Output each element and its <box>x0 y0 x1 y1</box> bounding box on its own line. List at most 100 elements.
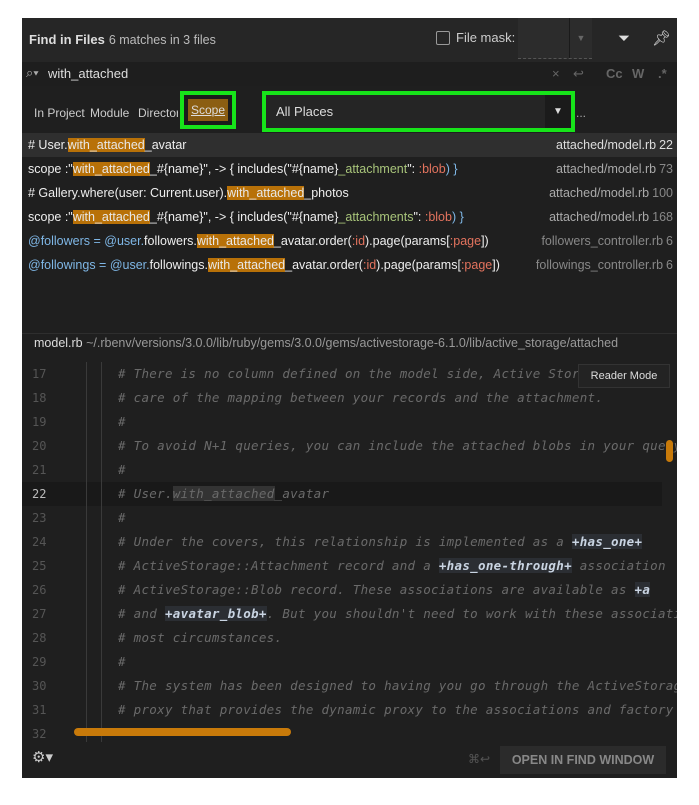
result-code: # User.with_attached_avatar <box>28 133 186 157</box>
match-case-toggle[interactable]: Cc <box>606 66 623 81</box>
tab-directory[interactable]: Directory <box>138 106 178 120</box>
line-number: 22 <box>32 487 47 501</box>
vertical-scrollbar[interactable] <box>666 440 673 462</box>
code-token: ) } <box>451 210 464 224</box>
line-number: 25 <box>32 559 47 573</box>
comment-token: # ActiveStorage::Attachment record and a <box>118 558 439 573</box>
line-number: 6 <box>666 234 673 248</box>
comment-token: # <box>118 462 126 477</box>
tab-in-project[interactable]: In Project <box>34 106 85 120</box>
line-number: 24 <box>32 535 47 549</box>
match-highlight: with_attached <box>67 138 145 152</box>
line-number: 17 <box>32 367 47 381</box>
comment-token: association <box>571 558 666 573</box>
code-line: 18 # care of the mapping between your rec… <box>22 386 662 410</box>
panel-title: Find in Files 6 matches in 3 files <box>29 32 216 47</box>
comment-token: # There is no column defined on the mode… <box>118 366 651 381</box>
file-name: followers_controller.rb <box>541 234 664 248</box>
result-code: @followers = @user.followers.with_attach… <box>28 229 489 253</box>
indent-guide <box>101 362 102 742</box>
line-number: 21 <box>32 463 47 477</box>
line-number: 168 <box>652 210 673 224</box>
code-text: # To avoid N+1 queries, you can include … <box>118 434 677 458</box>
scope-bar: In Project Module Directory Scope All Pl… <box>22 88 677 136</box>
code-token: ": <box>407 162 419 176</box>
search-input[interactable]: with_attached <box>48 66 128 81</box>
code-token: @followings = @user. <box>28 258 150 272</box>
result-code: # Gallery.where(user: Current.user).with… <box>28 181 349 205</box>
code-highlight: +avatar_blob+ <box>164 606 267 621</box>
file-name: attached/model.rb <box>549 186 650 200</box>
code-line: 22 # User.with_attached_avatar <box>22 482 662 506</box>
result-row[interactable]: @followers = @user.followers.with_attach… <box>22 229 677 253</box>
line-number: 20 <box>32 439 47 453</box>
code-line: 29 # <box>22 650 662 674</box>
regex-toggle[interactable]: .* <box>658 66 667 81</box>
search-icon[interactable]: ⌕▾ <box>26 65 39 81</box>
code-highlight: +has_one-through+ <box>438 558 572 573</box>
line-number: 28 <box>32 631 47 645</box>
result-row[interactable]: scope :"with_attached_#{name}", -> { inc… <box>22 157 677 181</box>
line-number: 26 <box>32 583 47 597</box>
code-token: ]) <box>492 258 500 272</box>
line-number: 29 <box>32 655 47 669</box>
filter-icon[interactable]: ⏷ <box>618 30 630 47</box>
tab-scope[interactable]: Scope <box>180 91 236 129</box>
gear-icon[interactable]: ⚙▾ <box>32 748 53 766</box>
clear-icon[interactable]: × <box>552 66 560 81</box>
code-line: 28 # most circumstances. <box>22 626 662 650</box>
code-token: ": <box>413 210 425 224</box>
code-text: # ActiveStorage::Attachment record and a… <box>118 554 666 578</box>
reader-mode-button[interactable]: Reader Mode <box>578 364 670 388</box>
comment-token: . But you shouldn't need to work with th… <box>266 606 677 621</box>
code-text: # Under the covers, this relationship is… <box>118 530 643 554</box>
line-number: 6 <box>666 258 673 272</box>
file-mask-toggle[interactable]: File mask: <box>436 30 515 45</box>
pin-icon[interactable]: 📌︎ <box>652 29 671 47</box>
footer: ⚙▾ ⌘↩ OPEN IN FIND WINDOW <box>22 742 677 778</box>
code-text: # The system has been designed to having… <box>118 674 677 698</box>
chevron-down-icon[interactable]: ▼ <box>569 18 592 58</box>
file-mask-checkbox[interactable] <box>436 30 450 45</box>
newline-icon[interactable]: ↩ <box>573 66 584 82</box>
shortcut-hint: ⌘↩ <box>468 752 491 766</box>
more-button[interactable]: ... <box>576 106 586 120</box>
tab-module[interactable]: Module <box>90 106 129 120</box>
match-count: 6 matches in 3 files <box>108 33 216 47</box>
code-token: :page <box>460 258 493 272</box>
line-number: 18 <box>32 391 47 405</box>
code-line: 23 # <box>22 506 662 530</box>
line-number: 100 <box>652 186 673 200</box>
result-file: attached/model.rb 168 <box>549 205 673 229</box>
comment-token: # Under the covers, this relationship is… <box>118 534 572 549</box>
code-token: :blob <box>424 210 452 224</box>
code-text: # <box>118 458 126 482</box>
result-row[interactable]: scope :"with_attached_#{name}", -> { inc… <box>22 205 677 229</box>
line-number: 23 <box>32 511 47 525</box>
chevron-down-icon[interactable]: ▼ <box>545 95 571 128</box>
code-preview[interactable]: 32 31 # proxy that provides the dynamic pr… <box>22 362 677 742</box>
horizontal-scrollbar[interactable] <box>74 728 291 736</box>
result-row[interactable]: # Gallery.where(user: Current.user).with… <box>22 181 677 205</box>
code-highlight: with_attached <box>172 486 275 501</box>
code-text: # most circumstances. <box>118 626 282 650</box>
code-highlight: +a <box>634 582 651 597</box>
code-line: 19 # <box>22 410 662 434</box>
whole-words-toggle[interactable]: W <box>632 66 644 81</box>
code-token: # User. <box>28 138 68 152</box>
result-row[interactable]: # User.with_attached_avatar attached/mode… <box>22 133 677 157</box>
file-name: followings_controller.rb <box>535 258 664 272</box>
preview-header: model.rb ~/.rbenv/versions/3.0.0/lib/rub… <box>22 336 677 358</box>
result-row[interactable]: @followings = @user.followings.with_atta… <box>22 253 677 277</box>
code-text: # There is no column defined on the mode… <box>118 362 650 386</box>
results-list: # User.with_attached_avatar attached/mode… <box>22 133 677 334</box>
line-number: 73 <box>659 162 673 176</box>
scope-dropdown[interactable]: All Places ▼ <box>262 91 575 132</box>
comment-token: # most circumstances. <box>118 630 283 645</box>
code-token: :id <box>362 258 377 272</box>
code-token: _avatar.order( <box>285 258 363 272</box>
open-in-find-window-button[interactable]: OPEN IN FIND WINDOW <box>500 746 666 774</box>
file-mask-input[interactable]: ▼ <box>518 18 592 59</box>
code-text: # <box>118 506 126 530</box>
result-code: scope :"with_attached_#{name}", -> { inc… <box>28 157 458 181</box>
